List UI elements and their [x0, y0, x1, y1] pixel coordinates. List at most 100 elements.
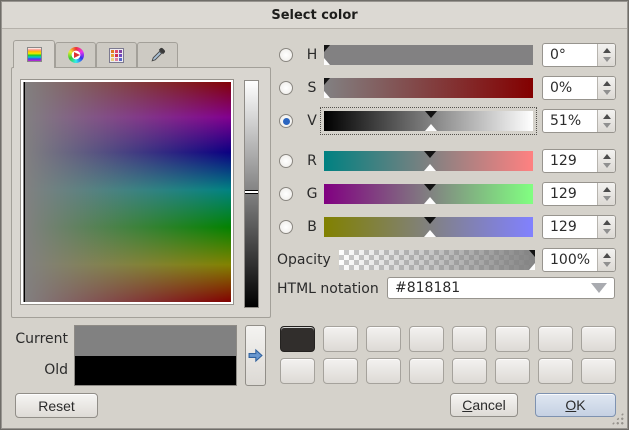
palette-swatch[interactable] — [323, 358, 358, 384]
palette-swatch[interactable] — [323, 326, 358, 352]
tab-gradient-square[interactable] — [13, 40, 55, 68]
old-label: Old — [12, 362, 68, 378]
hue-spin-arrows[interactable] — [597, 44, 615, 66]
hue-saturation-square[interactable] — [21, 80, 233, 304]
cancel-button[interactable]: Cancel — [450, 393, 518, 417]
blue-slider[interactable] — [324, 217, 533, 237]
channel-row-green: G 129 — [279, 181, 616, 207]
value-label: V — [303, 113, 321, 129]
tab-color-wheel[interactable] — [55, 42, 96, 67]
html-notation-value: #818181 — [395, 280, 460, 296]
picker-panel — [11, 67, 271, 318]
green-spin-arrows[interactable] — [597, 183, 615, 205]
html-notation-entry[interactable]: #818181 — [387, 277, 615, 299]
blue-value: 129 — [543, 216, 597, 238]
palette-swatch[interactable] — [581, 358, 616, 384]
select-color-dialog: Select color — [0, 0, 629, 430]
opacity-slider[interactable] — [339, 250, 535, 270]
hue-slider[interactable] — [324, 45, 533, 65]
apply-to-palette-button[interactable] — [245, 325, 266, 386]
palette-row-1 — [280, 326, 616, 352]
palette-swatch[interactable] — [366, 326, 401, 352]
hue-label: H — [303, 47, 321, 63]
dialog-title: Select color — [271, 8, 357, 23]
saturation-label: S — [303, 80, 321, 96]
opacity-spinbox[interactable]: 100% — [542, 248, 616, 272]
reset-label: Reset — [38, 398, 75, 414]
value-spinbox[interactable]: 51% — [542, 109, 616, 133]
radio-saturation[interactable] — [279, 81, 293, 95]
cancel-mnemonic: C — [462, 397, 472, 413]
radio-green[interactable] — [279, 187, 293, 201]
red-spin-arrows[interactable] — [597, 150, 615, 172]
cancel-label: ancel — [472, 397, 505, 413]
palette-icon — [109, 48, 124, 63]
eyedropper-icon — [150, 47, 166, 63]
html-notation-label: HTML notation — [277, 281, 379, 297]
palette-swatch[interactable] — [452, 326, 487, 352]
opacity-label: Opacity — [277, 252, 331, 268]
reset-button[interactable]: Reset — [15, 393, 98, 418]
hue-spinbox[interactable]: 0° — [542, 43, 616, 67]
channel-row-hue: H 0° — [279, 42, 616, 68]
value-slider[interactable] — [324, 111, 533, 131]
opacity-spin-arrows[interactable] — [597, 249, 615, 271]
red-slider[interactable] — [324, 151, 533, 171]
radio-blue[interactable] — [279, 220, 293, 234]
saturation-slider[interactable] — [324, 78, 533, 98]
right-arrow-icon — [248, 348, 263, 363]
palette-swatch[interactable] — [366, 358, 401, 384]
palette-swatch[interactable] — [409, 326, 444, 352]
palette-swatch[interactable] — [538, 358, 573, 384]
titlebar: Select color — [2, 2, 627, 29]
opacity-row: Opacity 100% — [277, 247, 616, 273]
palette-swatch[interactable] — [280, 358, 315, 384]
channel-row-blue: B 129 — [279, 214, 616, 240]
channel-row-saturation: S 0% — [279, 75, 616, 101]
dialog-content: H 0° S 0% V — [2, 29, 627, 428]
radio-red[interactable] — [279, 154, 293, 168]
gradient-square-icon — [27, 47, 42, 62]
palette-swatch[interactable] — [452, 358, 487, 384]
green-spinbox[interactable]: 129 — [542, 182, 616, 206]
current-old-swatch — [74, 325, 237, 386]
ok-button[interactable]: OK — [535, 393, 616, 417]
palette-swatch[interactable] — [581, 326, 616, 352]
blue-spin-arrows[interactable] — [597, 216, 615, 238]
value-bar[interactable] — [244, 80, 259, 308]
palette-swatch[interactable] — [538, 326, 573, 352]
ok-label: K — [576, 397, 585, 413]
green-value: 129 — [543, 183, 597, 205]
palette-swatch[interactable] — [495, 326, 530, 352]
blue-label: B — [303, 219, 321, 235]
blue-spinbox[interactable]: 129 — [542, 215, 616, 239]
value-spin-arrows[interactable] — [597, 110, 615, 132]
green-slider[interactable] — [324, 184, 533, 204]
value-bar-marker — [245, 190, 258, 194]
opacity-value: 100% — [543, 249, 597, 271]
radio-value[interactable] — [279, 114, 293, 128]
square-selection-marker — [24, 82, 25, 302]
saturation-spin-arrows[interactable] — [597, 77, 615, 99]
saturation-spinbox[interactable]: 0% — [542, 76, 616, 100]
current-color-swatch — [75, 326, 236, 356]
current-label: Current — [12, 331, 68, 347]
red-label: R — [303, 153, 321, 169]
radio-hue[interactable] — [279, 48, 293, 62]
palette-swatch-filled[interactable] — [280, 326, 315, 352]
channel-row-red: R 129 — [279, 148, 616, 174]
channel-row-value: V 51% — [279, 108, 616, 134]
palette-swatch[interactable] — [495, 358, 530, 384]
html-notation-dropdown-icon[interactable] — [591, 283, 607, 293]
tab-palette[interactable] — [96, 42, 137, 67]
green-label: G — [303, 186, 321, 202]
red-spinbox[interactable]: 129 — [542, 149, 616, 173]
old-color-swatch — [75, 356, 236, 386]
saturation-value: 0% — [543, 77, 597, 99]
color-wheel-icon — [68, 47, 84, 63]
palette-swatch[interactable] — [409, 358, 444, 384]
tab-eyedropper[interactable] — [137, 42, 178, 67]
red-value: 129 — [543, 150, 597, 172]
ok-mnemonic: O — [565, 397, 576, 413]
value-value: 51% — [543, 110, 597, 132]
